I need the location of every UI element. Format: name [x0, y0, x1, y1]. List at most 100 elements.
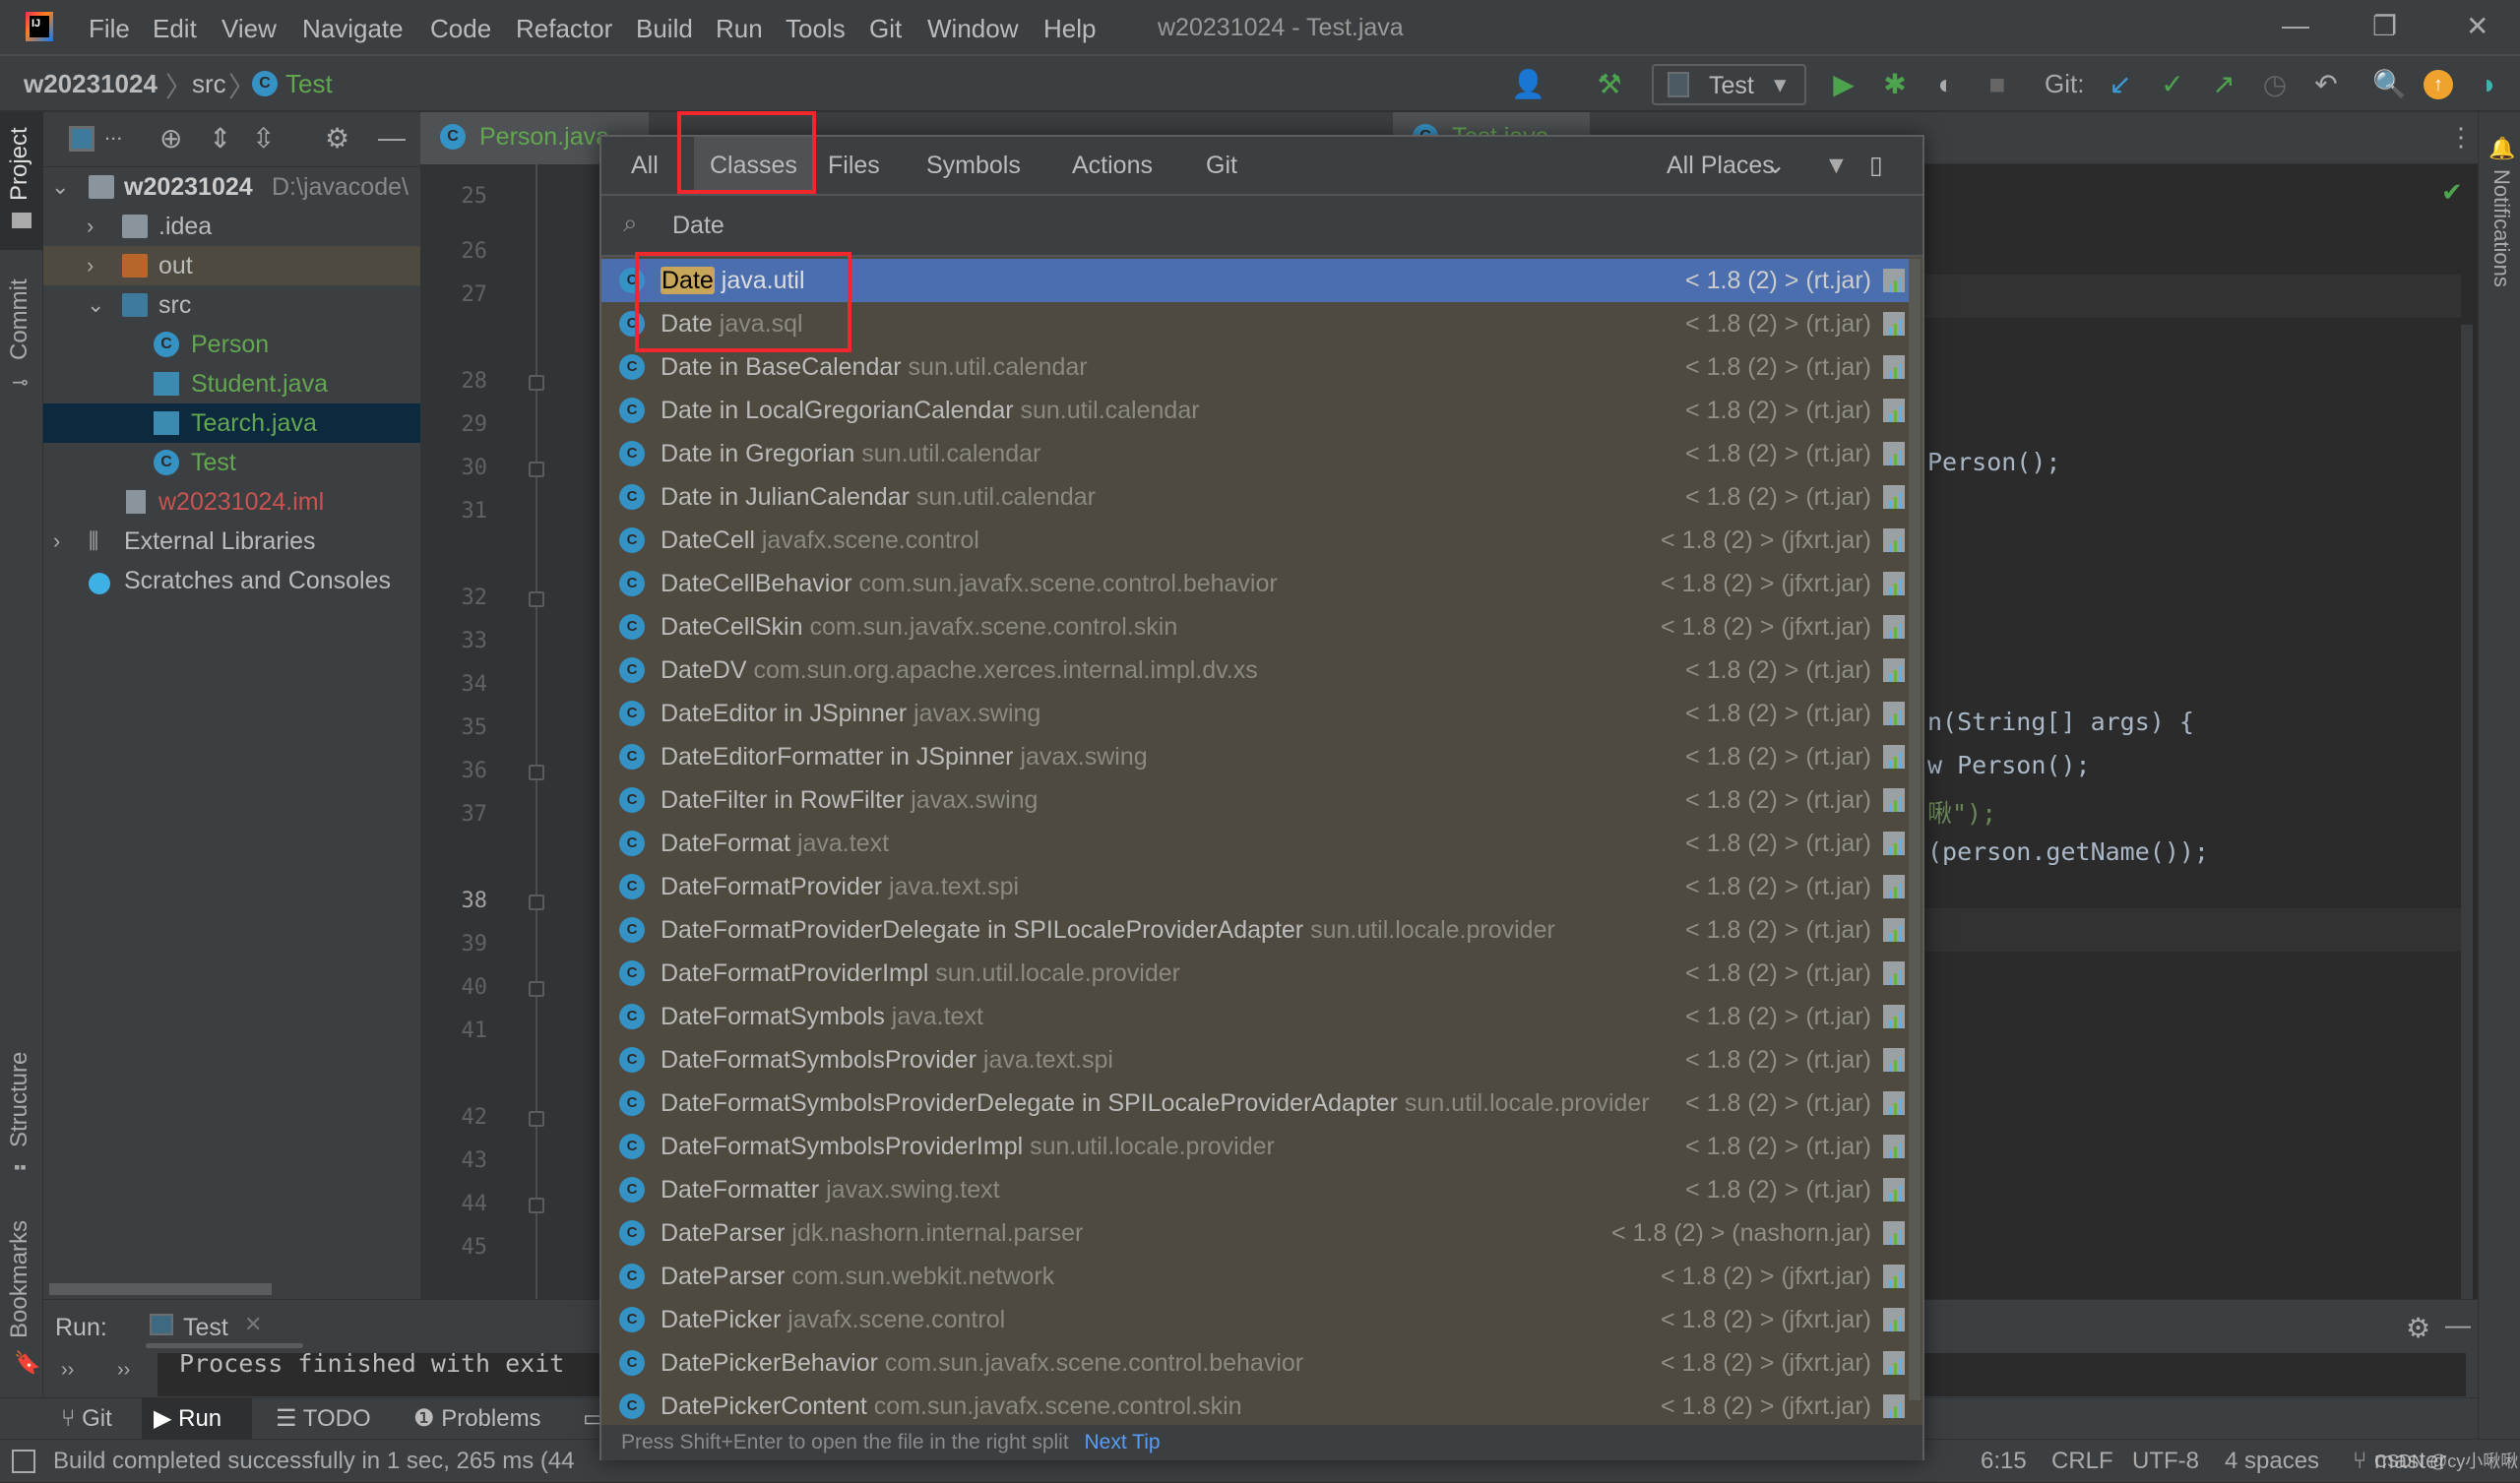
search-result-item[interactable]: C DateEditorFormatter in JSpinner javax.s… — [601, 735, 1911, 778]
fold-marker-icon[interactable] — [529, 1198, 544, 1213]
tree-item-iml[interactable]: w20231024.iml — [43, 482, 420, 522]
menu-edit[interactable]: Edit — [153, 14, 197, 44]
search-result-item[interactable]: C Date java.util < 1.8 (2) > (rt.jar) — [601, 259, 1911, 302]
chevron-right-icon[interactable]: › — [87, 207, 94, 246]
tree-item-scratches[interactable]: Scratches and Consoles — [43, 561, 420, 600]
search-result-item[interactable]: C DatePickerBehavior com.sun.javafx.scene… — [601, 1341, 1911, 1385]
search-result-item[interactable]: C DateCell javafx.scene.control < 1.8 (2) … — [601, 519, 1911, 562]
tree-item-tearch[interactable]: Tearch.java — [43, 403, 420, 443]
stop-icon[interactable]: ■ — [1981, 68, 2014, 101]
fold-marker-icon[interactable] — [529, 1111, 544, 1127]
user-icon[interactable]: 👤 — [1511, 68, 1545, 101]
search-result-item[interactable]: C DateEditor in JSpinner javax.swing < 1.8… — [601, 692, 1911, 735]
expand-toolbar-icon[interactable]: ›› — [61, 1359, 74, 1382]
menu-run[interactable]: Run — [716, 14, 763, 44]
tree-item-student[interactable]: Student.java — [43, 364, 420, 403]
menu-view[interactable]: View — [221, 14, 277, 44]
code-with-me-icon[interactable]: ◗ — [2473, 68, 2506, 101]
search-result-item[interactable]: C DateParser com.sun.webkit.network < 1.8 … — [601, 1255, 1911, 1298]
fold-marker-icon[interactable] — [529, 375, 544, 391]
horizontal-scrollbar[interactable] — [49, 1283, 272, 1295]
search-tab-classes[interactable]: Classes — [694, 137, 813, 194]
search-result-item[interactable]: C DatePickerContent com.sun.javafx.scene.… — [601, 1385, 1911, 1425]
search-result-item[interactable]: C Date in JulianCalendar sun.util.calenda… — [601, 475, 1911, 519]
search-result-item[interactable]: C Date in Gregorian sun.util.calendar < 1.… — [601, 432, 1911, 475]
search-result-item[interactable]: C DateCellBehavior com.sun.javafx.scene.c… — [601, 562, 1911, 605]
search-result-item[interactable]: C DateFormatSymbols java.text < 1.8 (2) > … — [601, 995, 1911, 1038]
bottom-tab-run[interactable]: ▶ Run — [142, 1398, 252, 1440]
menu-code[interactable]: Code — [430, 14, 491, 44]
expand-toolbar-icon[interactable]: ›› — [117, 1359, 130, 1382]
status-message[interactable]: Build completed successfully in 1 sec, 2… — [53, 1440, 575, 1483]
search-result-item[interactable]: C DateParser jdk.nashorn.internal.parser <… — [601, 1211, 1911, 1255]
search-everywhere-icon[interactable]: 🔍 — [2372, 68, 2407, 101]
git-history-icon[interactable]: ◷ — [2258, 68, 2292, 101]
tool-tab-commit[interactable]: Commit — [6, 278, 33, 360]
next-tip-link[interactable]: Next Tip — [1085, 1431, 1161, 1453]
close-window-icon[interactable]: ✕ — [2466, 10, 2488, 42]
tool-tab-bookmarks[interactable]: Bookmarks — [6, 1220, 33, 1338]
locate-icon[interactable]: ⊕ — [159, 122, 182, 154]
coverage-icon[interactable]: ◐ — [1929, 68, 1963, 101]
search-tab-actions[interactable]: Actions — [1056, 137, 1168, 194]
search-result-item[interactable]: C DateFilter in RowFilter javax.swing < 1.… — [601, 778, 1911, 822]
search-result-item[interactable]: C DateDV com.sun.org.apache.xerces.intern… — [601, 649, 1911, 692]
run-tab-test[interactable]: Test ✕ — [146, 1304, 311, 1349]
tree-item-test[interactable]: C Test — [43, 443, 420, 482]
restore-icon[interactable]: ❐ — [2372, 10, 2397, 42]
tree-item-external-libraries[interactable]: › ⫼ External Libraries — [43, 522, 420, 561]
project-view-icon[interactable] — [69, 126, 94, 152]
debug-icon[interactable]: ✱ — [1878, 68, 1912, 101]
bottom-tab-todo[interactable]: ☰ TODO — [264, 1398, 383, 1440]
expand-all-icon[interactable]: ⇕ — [209, 122, 231, 154]
menu-build[interactable]: Build — [636, 14, 693, 44]
chevron-down-icon[interactable]: ⌄ — [1765, 137, 1786, 194]
tool-tab-structure[interactable]: Structure — [6, 1052, 33, 1147]
hide-panel-icon[interactable]: — — [378, 122, 406, 154]
git-push-icon[interactable]: ↗ — [2207, 68, 2240, 101]
search-result-item[interactable]: C Date in LocalGregorianCalendar sun.util… — [601, 389, 1911, 432]
chevron-right-icon[interactable]: › — [87, 246, 94, 285]
search-result-item[interactable]: C DateFormat java.text < 1.8 (2) > (rt.jar… — [601, 822, 1911, 865]
fold-marker-icon[interactable] — [529, 895, 544, 910]
breadcrumb-src[interactable]: src — [192, 69, 226, 99]
build-hammer-icon[interactable]: ⚒ — [1593, 68, 1626, 101]
run-configuration-dropdown[interactable]: Test ▾ — [1652, 64, 1806, 105]
toggle-tool-windows-icon[interactable] — [12, 1450, 35, 1473]
results-scrollbar[interactable] — [1909, 259, 1921, 1400]
search-tab-git[interactable]: Git — [1190, 137, 1253, 194]
search-result-item[interactable]: C DateFormatter javax.swing.text < 1.8 (2)… — [601, 1168, 1911, 1211]
chevron-right-icon[interactable]: › — [53, 522, 60, 561]
search-result-item[interactable]: C DatePicker javafx.scene.control < 1.8 (2… — [601, 1298, 1911, 1341]
menu-window[interactable]: Window — [927, 14, 1018, 44]
chevron-down-icon[interactable]: ⌄ — [51, 167, 69, 207]
tree-item-idea[interactable]: › .idea — [43, 207, 420, 246]
search-tab-symbols[interactable]: Symbols — [911, 137, 1037, 194]
fold-marker-icon[interactable] — [529, 765, 544, 780]
search-result-item[interactable]: C DateFormatSymbolsProvider java.text.spi… — [601, 1038, 1911, 1081]
menu-git[interactable]: Git — [869, 14, 902, 44]
tree-item-person[interactable]: C Person — [43, 325, 420, 364]
search-result-item[interactable]: C Date java.sql < 1.8 (2) > (rt.jar) — [601, 302, 1911, 345]
hide-panel-icon[interactable]: — — [2445, 1310, 2471, 1340]
menu-file[interactable]: File — [89, 14, 130, 44]
search-result-item[interactable]: C Date in BaseCalendar sun.util.calendar <… — [601, 345, 1911, 389]
gear-icon[interactable]: ⚙ — [325, 122, 349, 154]
tree-item-src[interactable]: ⌄ src — [43, 285, 420, 325]
minimize-icon[interactable]: — — [2282, 10, 2309, 41]
fold-marker-icon[interactable] — [529, 591, 544, 607]
editor-scrollbar[interactable] — [2461, 325, 2473, 1299]
project-view-selector[interactable]: ... — [104, 120, 122, 146]
search-input[interactable] — [672, 206, 1854, 245]
git-update-icon[interactable]: ↙ — [2104, 68, 2137, 101]
tool-tab-notifications[interactable]: Notifications — [2488, 169, 2514, 287]
search-tab-all[interactable]: All — [615, 137, 674, 194]
tree-item-out[interactable]: › out — [43, 246, 420, 285]
search-result-item[interactable]: C DateFormatProviderImpl sun.util.locale.… — [601, 952, 1911, 995]
search-result-item[interactable]: C DateFormatProviderDelegate in SPILocale… — [601, 908, 1911, 952]
line-separator[interactable]: CRLF — [2051, 1440, 2113, 1483]
search-result-item[interactable]: C DateCellSkin com.sun.javafx.scene.contr… — [601, 605, 1911, 649]
tree-item-module[interactable]: ⌄ w20231024 D:\javacode\ — [43, 167, 420, 207]
gear-icon[interactable]: ⚙ — [2406, 1312, 2430, 1344]
fold-marker-icon[interactable] — [529, 981, 544, 997]
